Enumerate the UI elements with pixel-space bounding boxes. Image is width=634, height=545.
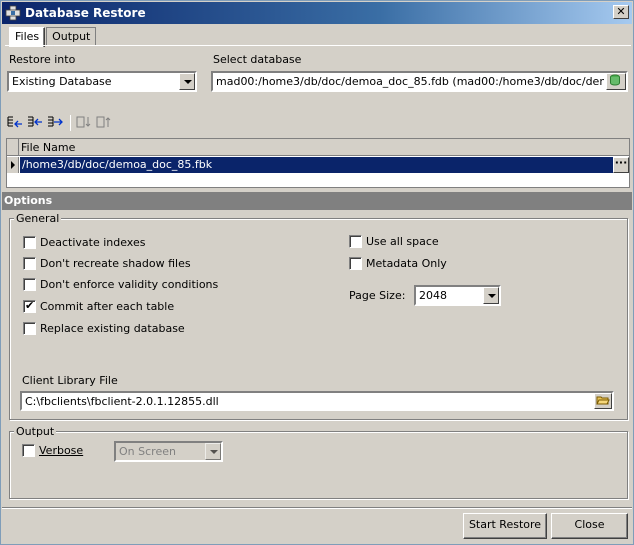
checkbox-label: Replace existing database bbox=[40, 322, 185, 335]
checkbox-box[interactable] bbox=[23, 236, 36, 249]
app-icon bbox=[5, 5, 21, 21]
move-down-icon[interactable] bbox=[75, 114, 93, 132]
close-button[interactable]: Close bbox=[551, 513, 628, 539]
file-toolbar bbox=[6, 113, 115, 133]
window-title: Database Restore bbox=[25, 6, 146, 20]
output-target-select[interactable]: On Screen bbox=[114, 441, 223, 462]
select-database-label: Select database bbox=[213, 53, 302, 66]
options-section-header: Options bbox=[2, 192, 632, 210]
chevron-down-icon[interactable] bbox=[205, 443, 221, 460]
client-library-label: Client Library File bbox=[22, 374, 118, 387]
output-group bbox=[9, 431, 628, 499]
table-row[interactable]: /home3/db/doc/demoa_doc_85.fbk ··· bbox=[7, 157, 629, 173]
output-target-value: On Screen bbox=[119, 445, 176, 458]
chevron-down-icon[interactable] bbox=[179, 73, 195, 90]
close-window-button[interactable]: ✕ bbox=[613, 5, 629, 19]
page-size-label: Page Size: bbox=[349, 289, 406, 302]
select-database-field[interactable]: mad00:/home3/db/doc/demoa_doc_85.fdb (ma… bbox=[211, 71, 628, 92]
checkbox-box[interactable] bbox=[23, 257, 36, 270]
tab-panel-border bbox=[5, 45, 631, 46]
dont-recreate-shadow-files-checkbox[interactable]: Don't recreate shadow files bbox=[23, 257, 191, 270]
tab-files[interactable]: Files bbox=[9, 27, 46, 47]
footer-divider bbox=[2, 507, 632, 509]
add-file-icon[interactable] bbox=[6, 114, 24, 132]
chevron-down-icon[interactable] bbox=[483, 287, 499, 304]
checkbox-label: Metadata Only bbox=[366, 257, 447, 270]
toolbar-separator bbox=[70, 115, 71, 131]
checkbox-box[interactable] bbox=[349, 257, 362, 270]
grid-header: File Name bbox=[7, 139, 629, 156]
browse-file-button[interactable]: ··· bbox=[613, 157, 629, 173]
move-up-icon[interactable] bbox=[95, 114, 113, 132]
output-group-label: Output bbox=[14, 425, 57, 438]
append-file-icon[interactable] bbox=[46, 114, 64, 132]
open-folder-icon[interactable] bbox=[594, 393, 612, 409]
file-grid[interactable]: File Name /home3/db/doc/demoa_doc_85.fbk… bbox=[6, 138, 630, 188]
file-name-cell[interactable]: /home3/db/doc/demoa_doc_85.fbk bbox=[20, 157, 613, 173]
start-restore-button[interactable]: Start Restore bbox=[463, 513, 547, 539]
restore-into-value: Existing Database bbox=[12, 75, 112, 88]
verbose-checkbox[interactable]: Verbose bbox=[22, 444, 83, 457]
commit-after-each-table-checkbox[interactable]: Commit after each table bbox=[23, 299, 175, 313]
client-library-value: C:\fbclients\fbclient-2.0.1.12855.dll bbox=[25, 395, 219, 408]
restore-into-select[interactable]: Existing Database bbox=[7, 71, 197, 92]
metadata-only-checkbox[interactable]: Metadata Only bbox=[349, 257, 447, 270]
grid-indicator-header bbox=[7, 139, 19, 156]
dont-enforce-validity-checkbox[interactable]: Don't enforce validity conditions bbox=[23, 278, 218, 291]
checkbox-label: Use all space bbox=[366, 235, 439, 248]
checkbox-box[interactable] bbox=[23, 299, 36, 313]
insert-file-icon[interactable] bbox=[26, 114, 44, 132]
deactivate-indexes-checkbox[interactable]: Deactivate indexes bbox=[23, 236, 145, 249]
close-icon: ✕ bbox=[616, 5, 626, 18]
general-group-label: General bbox=[14, 212, 62, 225]
page-size-value: 2048 bbox=[419, 289, 447, 302]
checkbox-label: Commit after each table bbox=[40, 300, 175, 313]
replace-existing-database-checkbox[interactable]: Replace existing database bbox=[23, 322, 185, 335]
select-database-value: mad00:/home3/db/doc/demoa_doc_85.fdb (ma… bbox=[216, 75, 604, 88]
checkbox-label: Verbose bbox=[39, 444, 84, 457]
page-size-select[interactable]: 2048 bbox=[414, 285, 501, 306]
tab-strip: Files Output bbox=[9, 27, 97, 47]
database-restore-window: Database Restore ✕ Files Output Restore … bbox=[0, 0, 634, 545]
client-library-field[interactable]: C:\fbclients\fbclient-2.0.1.12855.dll bbox=[20, 391, 614, 411]
checkbox-box[interactable] bbox=[23, 278, 36, 291]
tab-output[interactable]: Output bbox=[46, 27, 97, 46]
row-indicator-icon bbox=[7, 157, 19, 173]
restore-into-label: Restore into bbox=[9, 53, 76, 66]
checkbox-box[interactable] bbox=[349, 235, 362, 248]
use-all-space-checkbox[interactable]: Use all space bbox=[349, 235, 439, 248]
checkbox-label: Deactivate indexes bbox=[40, 236, 146, 249]
database-browse-icon[interactable] bbox=[606, 73, 626, 90]
checkbox-label: Don't enforce validity conditions bbox=[40, 278, 219, 291]
file-name-column-header: File Name bbox=[21, 141, 76, 154]
checkbox-box[interactable] bbox=[23, 322, 36, 335]
checkbox-box[interactable] bbox=[22, 444, 35, 457]
title-bar[interactable]: Database Restore ✕ bbox=[2, 2, 632, 24]
checkbox-label: Don't recreate shadow files bbox=[40, 257, 191, 270]
